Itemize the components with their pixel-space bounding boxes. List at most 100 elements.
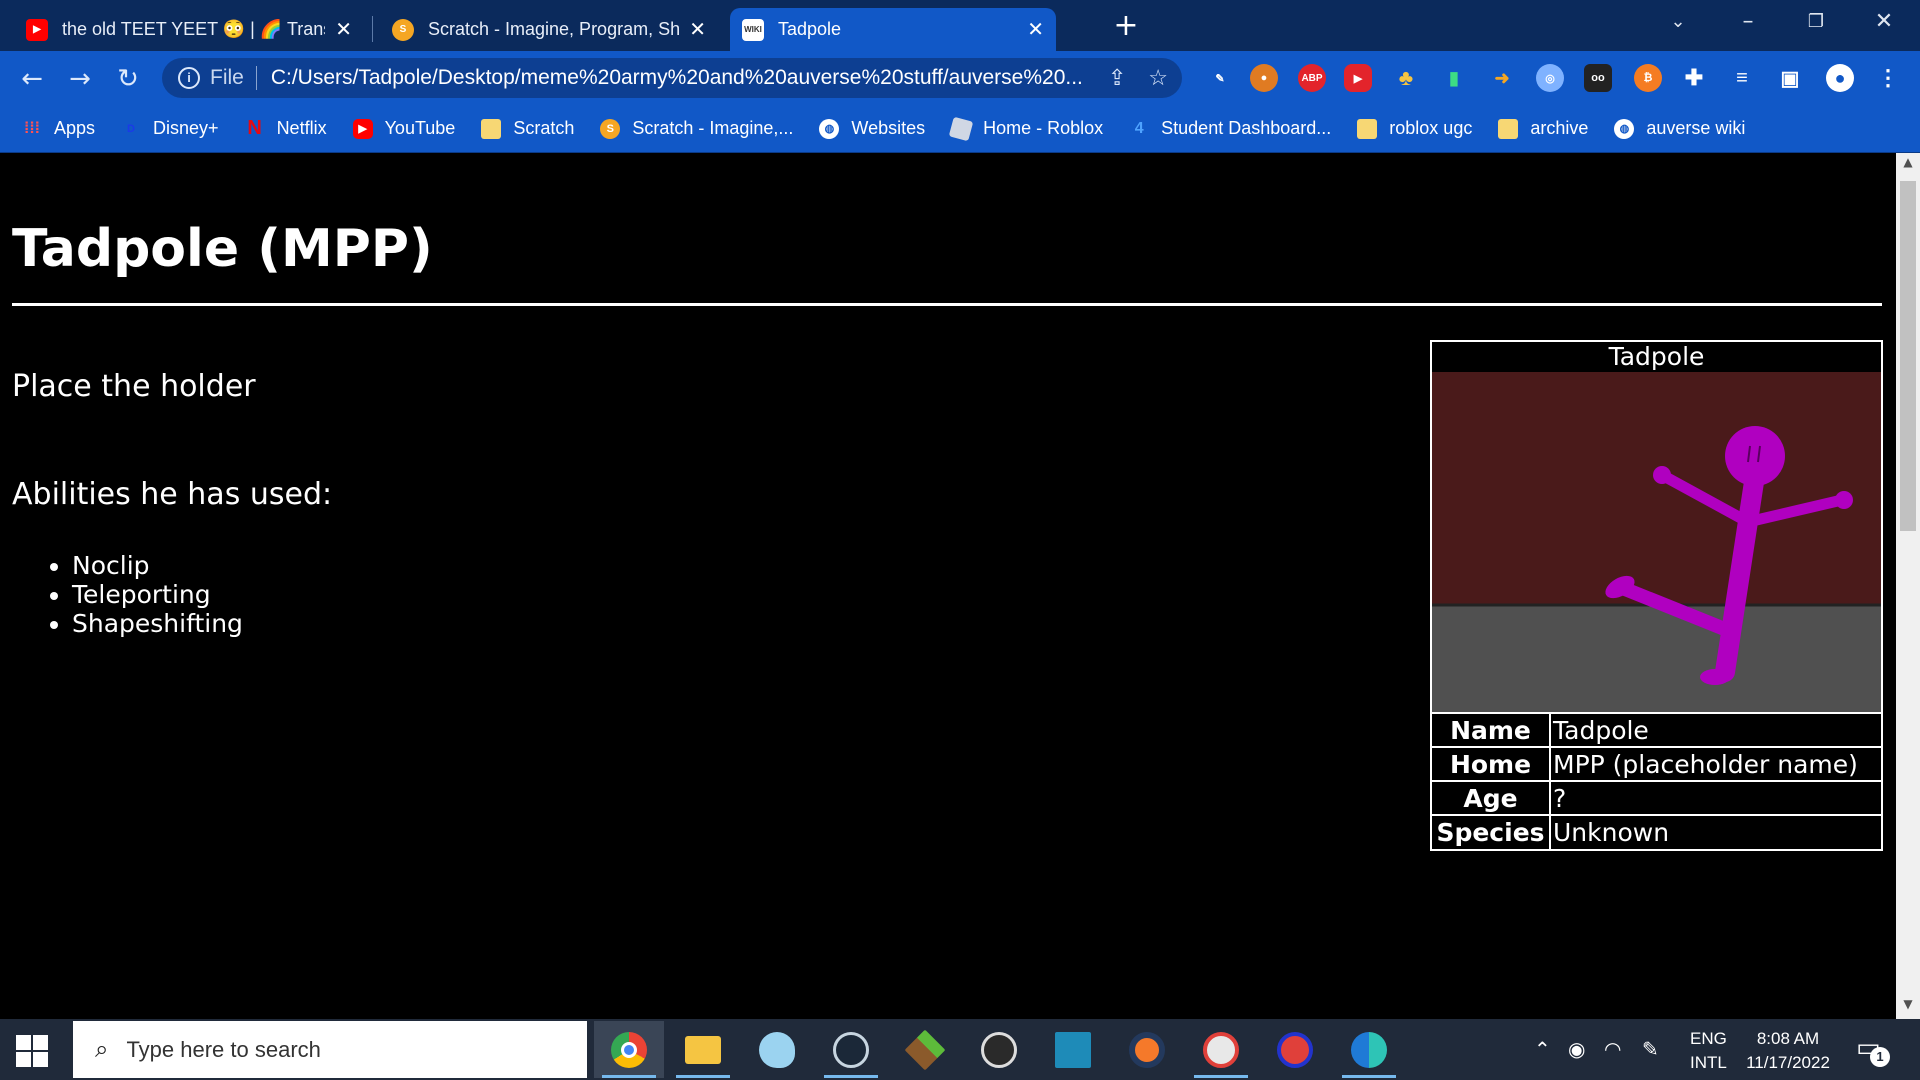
taskbar-obs[interactable]	[964, 1021, 1034, 1078]
pen-extension-icon[interactable]: ✎	[1206, 64, 1234, 92]
bookmark-star-icon[interactable]: ☆	[1148, 65, 1168, 91]
bookmark-student-dashboard[interactable]: 4 Student Dashboard...	[1129, 118, 1332, 139]
search-placeholder: Type here to search	[126, 1036, 321, 1062]
puzzle-extensions-icon[interactable]: ✚	[1680, 64, 1708, 92]
forward-button[interactable]: →	[64, 63, 96, 95]
language-code: ENG	[1690, 1029, 1727, 1048]
tab-youtube[interactable]: ▶ the old TEET YEET 😳 | 🌈 Trans M ✕	[14, 8, 364, 51]
bitcoin-extension-icon[interactable]: ₿	[1634, 64, 1662, 92]
table-row: Home MPP (placeholder name)	[1432, 746, 1881, 782]
glasses-extension-icon[interactable]: oo	[1584, 64, 1612, 92]
youtube-icon: ▶	[352, 118, 373, 139]
bookmark-apps[interactable]: ⁞⁞⁞ Apps	[22, 118, 95, 139]
minecraft-block-icon	[904, 1029, 946, 1070]
scroll-thumb[interactable]	[1900, 181, 1916, 531]
bookmark-label: Home - Roblox	[983, 118, 1104, 138]
bookmark-roblox[interactable]: Home - Roblox	[948, 116, 1104, 141]
taskbar-chrome[interactable]	[594, 1021, 664, 1078]
close-icon[interactable]: ✕	[689, 17, 706, 42]
bookmark-label: YouTube	[384, 118, 456, 138]
scroll-up-arrow-icon[interactable]: ▲	[1896, 155, 1920, 175]
taskbar-clock[interactable]: 8:08 AM 11/17/2022	[1738, 1027, 1838, 1075]
close-icon[interactable]: ✕	[335, 17, 352, 42]
share-icon[interactable]: ⇪	[1108, 65, 1126, 91]
infobox-label: Name	[1432, 713, 1551, 748]
abilities-list: Noclip Teleporting Shapeshifting	[72, 551, 243, 638]
taskbar-search-box[interactable]: ⌕ Type here to search	[73, 1021, 587, 1078]
side-panel-icon[interactable]: ▣	[1776, 64, 1804, 92]
cookie-extension-icon[interactable]: ●	[1250, 64, 1278, 92]
start-button[interactable]	[14, 1033, 48, 1067]
profile-avatar-icon[interactable]: ●	[1826, 64, 1854, 92]
close-window-button[interactable]: ✕	[1862, 6, 1906, 38]
infobox-value: ?	[1549, 780, 1881, 816]
info-icon[interactable]: i	[178, 67, 200, 89]
scroll-down-arrow-icon[interactable]: ▼	[1896, 997, 1920, 1017]
address-bar[interactable]: i File C:/Users/Tadpole/Desktop/meme%20a…	[162, 58, 1182, 98]
infobox-value: MPP (placeholder name)	[1549, 746, 1881, 782]
media-queue-icon[interactable]: ≡	[1728, 64, 1756, 92]
taskbar-file-explorer[interactable]	[668, 1021, 738, 1078]
arrow-extension-icon[interactable]: ➜	[1488, 64, 1516, 92]
page-scrollbar[interactable]: ▲ ▼	[1896, 153, 1920, 1019]
url-text[interactable]: C:/Users/Tadpole/Desktop/meme%20army%20a…	[271, 66, 1086, 90]
restore-button[interactable]: ❐	[1794, 6, 1838, 38]
menu-kebab-icon[interactable]: ⋮	[1874, 64, 1902, 92]
taskbar-roblox-studio[interactable]	[1186, 1021, 1256, 1078]
bookmark-scratch-folder[interactable]: Scratch	[481, 118, 574, 139]
taskbar-app-blue[interactable]	[1038, 1021, 1108, 1078]
bookmark-disney[interactable]: D Disney+	[121, 118, 219, 139]
tray-steam-icon[interactable]: ◉	[1568, 1037, 1585, 1061]
bookmark-websites[interactable]: ◍ Websites	[819, 118, 925, 139]
table-row: Species Unknown	[1432, 814, 1881, 849]
bookmark-roblox-ugc[interactable]: roblox ugc	[1357, 118, 1472, 139]
notification-badge: 1	[1870, 1047, 1890, 1067]
bookmark-auverse-wiki[interactable]: ◍ auverse wiki	[1614, 118, 1745, 139]
tab-scratch[interactable]: S Scratch - Imagine, Program, Share ✕	[380, 8, 718, 51]
language-indicator[interactable]: ENG INTL	[1690, 1027, 1727, 1075]
clock-date: 11/17/2022	[1746, 1053, 1830, 1072]
youtube-extension-icon[interactable]: ▶	[1344, 64, 1372, 92]
bookmark-label: Scratch - Imagine,...	[632, 118, 794, 138]
chart-extension-icon[interactable]: ▮	[1440, 64, 1468, 92]
taskbar-blender[interactable]	[1112, 1021, 1182, 1078]
page-description: Place the holder	[12, 369, 256, 404]
close-icon[interactable]: ✕	[1027, 17, 1044, 42]
infobox-table: Name Tadpole Home MPP (placeholder name)…	[1432, 712, 1881, 849]
infobox-label: Home	[1432, 746, 1551, 782]
divider	[255, 66, 257, 90]
page-viewport: Tadpole (MPP) Place the holder Abilities…	[0, 153, 1896, 1019]
wiki-icon: WIKI	[742, 18, 764, 41]
character-infobox: Tadpole Name Tadpole Home MPP (placehold…	[1430, 340, 1883, 851]
tab-search-chevron-icon[interactable]: ⌄	[1656, 6, 1700, 38]
table-row: Age ?	[1432, 780, 1881, 816]
taskbar-steam[interactable]	[816, 1021, 886, 1078]
bookmark-archive[interactable]: archive	[1498, 118, 1588, 139]
back-button[interactable]: ←	[16, 63, 48, 95]
windows-taskbar: ⌕ Type here to search ⌃ ◉ ◠ ✎ ENG INTL 8…	[0, 1019, 1920, 1080]
tray-chevron-up-icon[interactable]: ⌃	[1534, 1037, 1551, 1061]
taskbar-app-red[interactable]	[1260, 1021, 1330, 1078]
bookmark-label: Student Dashboard...	[1161, 118, 1332, 138]
magnifier-extension-icon[interactable]: ◎	[1536, 64, 1564, 92]
taskbar-paint[interactable]	[742, 1021, 812, 1078]
adblock-extension-icon[interactable]: ABP	[1298, 64, 1326, 92]
taskbar-minecraft[interactable]	[890, 1021, 960, 1078]
bookmark-scratch-site[interactable]: S Scratch - Imagine,...	[600, 118, 793, 139]
tray-pen-icon[interactable]: ✎	[1642, 1037, 1659, 1061]
new-tab-button[interactable]: +	[1110, 10, 1142, 42]
bookmark-netflix[interactable]: N Netflix	[245, 117, 326, 139]
app-circle-icon	[1277, 1031, 1313, 1068]
tab-tadpole[interactable]: WIKI Tadpole ✕	[730, 8, 1056, 51]
taskbar-edge[interactable]	[1334, 1021, 1404, 1078]
mushroom-extension-icon[interactable]: ♣	[1392, 64, 1420, 92]
reload-button[interactable]: ↻	[112, 63, 144, 95]
tray-wifi-icon[interactable]: ◠	[1604, 1037, 1621, 1061]
notification-center-button[interactable]: ▭ 1	[1856, 1033, 1890, 1067]
app-tile-icon	[1055, 1031, 1091, 1068]
bookmarks-bar: ⁞⁞⁞ Apps D Disney+ N Netflix ▶ YouTube S…	[0, 105, 1920, 153]
bookmark-youtube[interactable]: ▶ YouTube	[352, 118, 456, 139]
globe-icon: ◍	[1614, 118, 1635, 139]
minimize-button[interactable]: –	[1726, 6, 1770, 38]
roblox-icon	[948, 116, 974, 141]
